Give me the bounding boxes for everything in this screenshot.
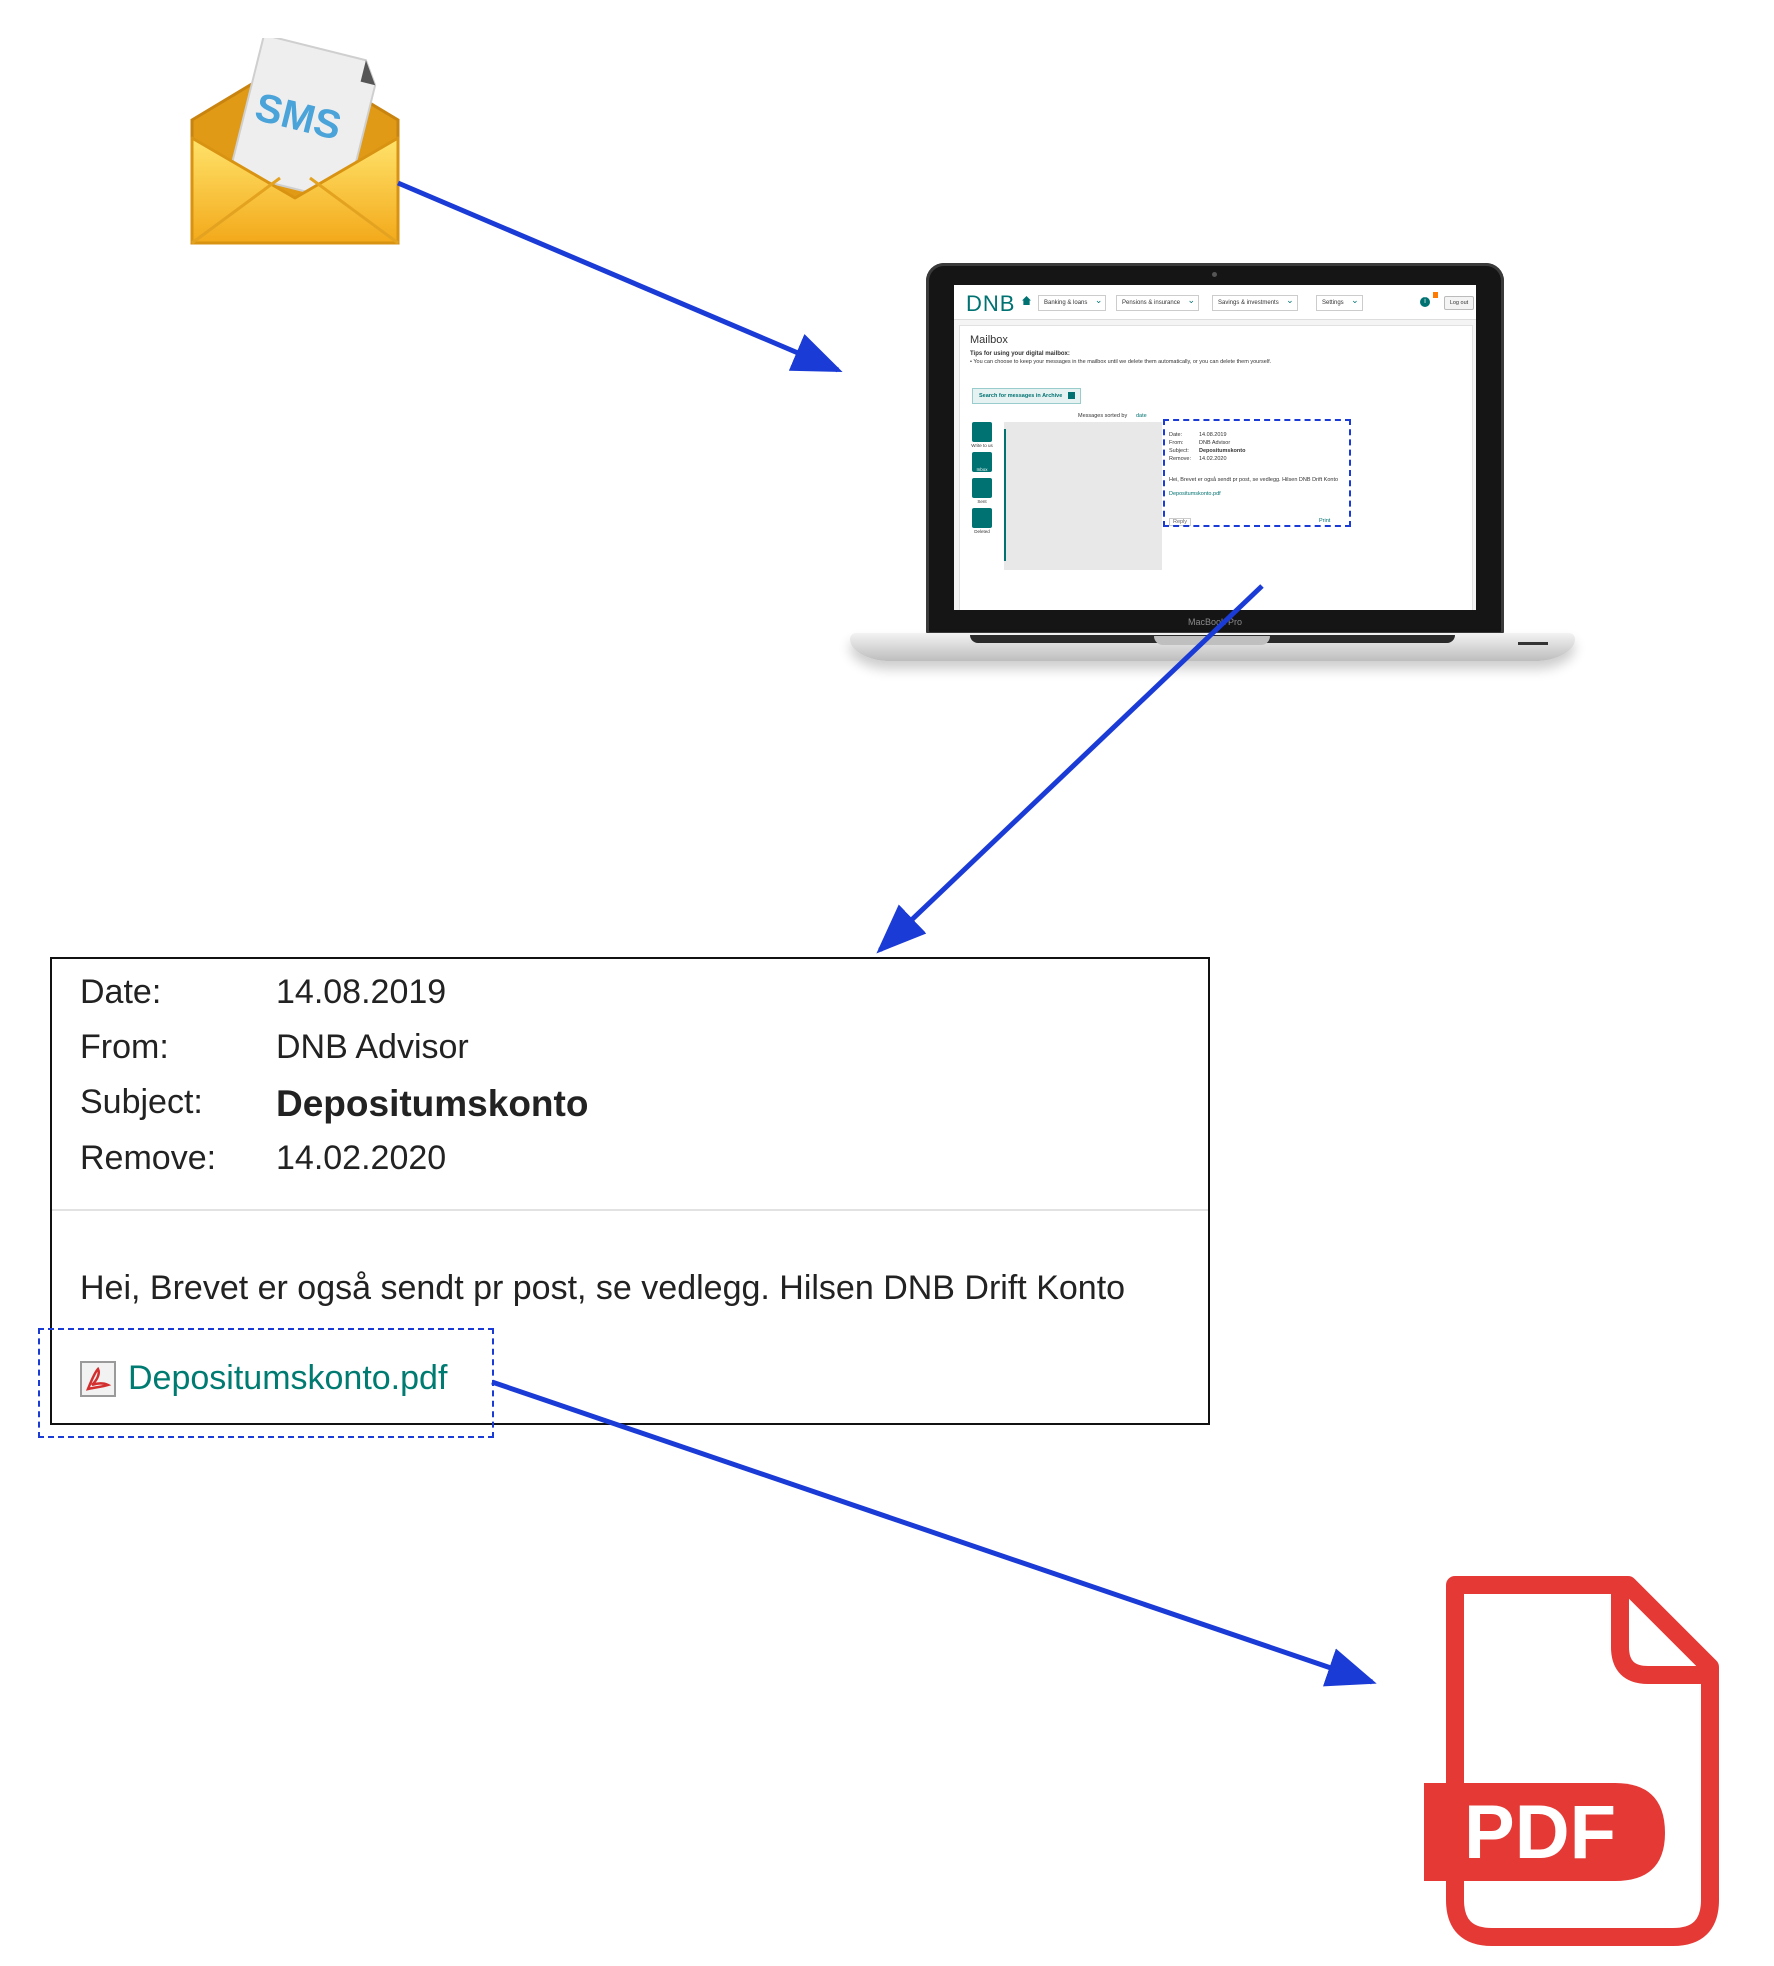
message-body: Hei, Brevet er også sendt pr post, se ve…	[80, 1269, 1126, 1307]
nav-savings-investments[interactable]: Savings & investments	[1212, 293, 1298, 311]
sort-date-dropdown[interactable]: date	[1136, 413, 1147, 419]
laptop-mailbox-screenshot: DNB Banking & loans Pensions & insurance…	[850, 255, 1575, 695]
write-to-us-label: Write to us	[971, 443, 993, 448]
tips-heading: Tips for using your digital mailbox:	[970, 351, 1070, 357]
nav-settings[interactable]: Settings	[1316, 293, 1363, 311]
message-list[interactable]	[1004, 422, 1162, 570]
nav-banking-loans[interactable]: Banking & loans	[1038, 293, 1107, 311]
home-icon[interactable]	[1022, 296, 1031, 305]
laptop-port	[1518, 642, 1548, 645]
from-label: From:	[80, 1028, 169, 1066]
sent-button[interactable]	[972, 478, 992, 498]
info-icon[interactable]: i	[1420, 297, 1430, 307]
top-navigation: DNB Banking & loans Pensions & insurance…	[954, 285, 1476, 320]
deleted-label: Deleted	[974, 529, 990, 534]
sorted-by-label: Messages sorted by	[1078, 413, 1128, 419]
page-title: Mailbox	[970, 334, 1008, 346]
deleted-button[interactable]	[972, 508, 992, 528]
from-value: DNB Advisor	[276, 1028, 469, 1066]
date-value: 14.08.2019	[276, 973, 447, 1011]
sent-label: Sent	[977, 499, 987, 504]
pdf-label: PDF	[1464, 1790, 1616, 1875]
sms-envelope-icon: SMS	[190, 33, 400, 248]
pdf-document-icon: PDF	[1410, 1575, 1720, 1950]
webcam	[1212, 272, 1217, 277]
arrow-sms-to-laptop	[397, 180, 843, 373]
laptop-screen: DNB Banking & loans Pensions & insurance…	[954, 285, 1476, 610]
date-label: Date:	[80, 973, 162, 1011]
tips-body: • You can choose to keep your messages i…	[970, 359, 1272, 365]
mailbox-panel: Mailbox Tips for using your digital mail…	[959, 325, 1473, 610]
preview-highlight-box	[1163, 419, 1351, 527]
remove-value: 14.02.2020	[276, 1139, 447, 1177]
nav-pensions-insurance[interactable]: Pensions & insurance	[1116, 293, 1200, 311]
laptop-lid: DNB Banking & loans Pensions & insurance…	[926, 263, 1504, 635]
header-divider	[52, 1209, 1208, 1211]
subject-value: Depositumskonto	[276, 1083, 589, 1124]
remove-label: Remove:	[80, 1139, 217, 1177]
notification-badge	[1433, 292, 1438, 298]
write-to-us-button[interactable]	[972, 422, 992, 442]
inbox-label: Inbox	[976, 467, 988, 472]
logout-button[interactable]: Log out	[1444, 296, 1474, 310]
subject-label: Subject:	[80, 1083, 203, 1121]
arrow-attachment-to-pdf	[491, 1379, 1377, 1687]
thumb-notch	[1154, 636, 1270, 645]
laptop-brand: MacBook Pro	[1187, 617, 1243, 627]
list-scrollbar[interactable]	[1004, 429, 1006, 561]
dnb-logo: DNB	[966, 291, 1016, 316]
attachment-highlight-box	[38, 1328, 494, 1438]
search-archive-button[interactable]: Search for messages in Archive	[972, 388, 1082, 404]
